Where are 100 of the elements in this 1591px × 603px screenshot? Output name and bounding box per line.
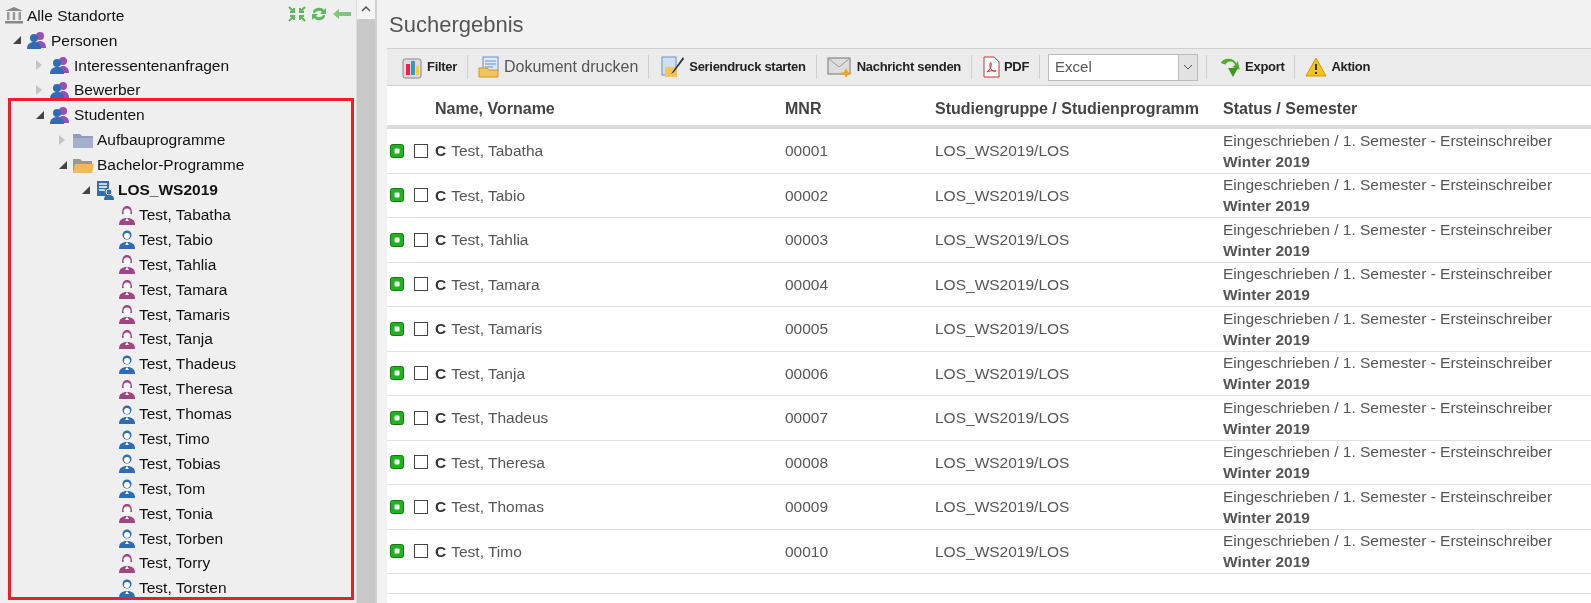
tree-item[interactable]: Test, Tobias [139,451,221,476]
tree-item[interactable]: Alle Standorte [27,3,125,28]
checkbox[interactable] [414,410,428,425]
column-header[interactable]: Name, Vorname [435,96,785,121]
expanded-triangle-icon[interactable] [81,184,91,195]
tree-item[interactable]: Test, Torry [139,551,211,575]
toolbar-button[interactable]: Filter [399,52,459,82]
table-cell-text: Test, Tabio [451,185,526,206]
toolbar-button[interactable]: Dokument drucken [476,52,641,82]
checkbox[interactable] [414,544,428,559]
table-cell-text: Eingeschrieben / 1. Semester - Ersteinschreiber [1223,175,1554,196]
checkbox[interactable] [414,366,428,381]
table-cell-text: Test, Tamaris [451,319,543,340]
status-indicator-icon [390,544,404,559]
table-cell-text: Eingeschrieben / 1. Semester - Ersteinschreiber [1223,264,1554,285]
checkbox[interactable] [414,143,428,158]
people-icon [49,81,71,100]
page-title: Suchergebnis [388,10,525,39]
tree-item[interactable]: Test, Torben [139,526,224,550]
tree-item[interactable]: Bewerber [74,78,141,102]
male-person-icon [118,528,136,549]
checkbox[interactable] [414,277,428,292]
flag-label: C [435,319,447,340]
table-cell: LOS_WS2019/LOS [935,498,1070,516]
expanded-triangle-icon[interactable] [58,159,68,170]
checkbox[interactable] [414,499,428,514]
checkbox[interactable] [414,232,428,247]
toolbar-button[interactable]: Seriendruck starten [657,52,808,82]
status-indicator-icon [390,321,404,336]
tree-item[interactable]: Test, Tom [139,476,206,500]
table-cell-text: Test, Tahlia [451,230,529,251]
status-indicator-icon [390,143,404,158]
table-cell: 00008 [785,453,829,471]
column-header[interactable]: MNR [785,96,935,121]
people-icon [49,56,71,75]
table-cell-text: Eingeschrieben / 1. Semester - Ersteinschreiber [1223,219,1554,240]
male-person-icon [118,453,136,474]
checkbox[interactable] [414,188,428,203]
table-cell-text: Winter 2019 [1223,329,1311,350]
format-dropdown[interactable]: Excel [1048,53,1199,81]
table-cell-text: Test, Thomas [451,497,544,518]
column-header[interactable]: Status / Semester [1223,96,1591,121]
tree-item[interactable]: Test, Thomas [139,402,232,426]
tree-item[interactable]: Test, Tabio [139,227,213,252]
tree-item[interactable]: Test, Tanja [139,327,213,351]
filter-icon [401,55,423,79]
table-cell: 00010 [785,542,829,560]
tree-item[interactable]: LOS_WS2019 [118,178,218,202]
male-person-icon [118,353,136,374]
tree-item[interactable]: Test, Tabatha [139,202,231,227]
checkbox[interactable] [414,321,428,336]
tree-item[interactable]: Aufbauprogramme [97,128,226,152]
tree-item[interactable]: Personen [51,28,118,52]
tree-item[interactable]: Studenten [74,103,145,127]
table-cell: 00005 [785,320,829,338]
tree-item[interactable]: Test, Tamara [139,277,228,301]
male-person-icon [118,577,136,598]
table-cell-text: Winter 2019 [1223,552,1311,573]
table-cell: 00009 [785,498,829,516]
table-cell: LOS_WS2019/LOS [935,142,1070,160]
table-cell-text: Test, Theresa [451,452,545,473]
expanded-triangle-icon[interactable] [12,35,22,46]
column-header[interactable]: Studiengruppe / Studienprogramm [935,96,1223,121]
tree-item[interactable]: Test, Timo [139,426,210,451]
tree-item[interactable]: Bachelor-Programme [97,153,245,177]
female-person-icon [118,204,136,225]
tree-item[interactable]: Test, Theresa [139,377,233,401]
tree-item[interactable]: Test, Torsten [139,576,227,600]
table-cell: LOS_WS2019/LOS [935,542,1070,560]
toolbar-button[interactable]: Nachricht senden [824,52,963,82]
table-cell-text: Winter 2019 [1223,507,1311,528]
tree-item[interactable]: Test, Tamaris [139,302,231,326]
toolbar-button[interactable]: PDF [980,52,1032,82]
tree-item[interactable]: Test, Tonia [139,501,213,525]
table-cell: LOS_WS2019/LOS [935,453,1070,471]
tree-item[interactable]: Interessentenanfragen [74,53,230,77]
toolbar-button[interactable]: Aktion [1303,52,1373,82]
table-cell-text: Winter 2019 [1223,196,1311,217]
table-cell-text: Winter 2019 [1223,374,1311,395]
building-icon [4,6,24,25]
scroll-up-icon[interactable] [361,5,371,12]
flag-label: C [435,452,447,473]
expanded-triangle-icon[interactable] [35,110,45,120]
flag-label: C [435,141,447,162]
male-person-icon [118,403,136,424]
flag-label: C [435,363,447,384]
table-cell-text: Eingeschrieben / 1. Semester - Ersteinschreiber [1223,486,1554,507]
tree-item[interactable]: Test, Thadeus [139,352,237,376]
table-cell-text: Winter 2019 [1223,285,1311,306]
tree-item[interactable]: Test, Tahlia [139,252,217,276]
table-cell: 00003 [785,231,829,249]
toolbar-button[interactable]: Export [1215,52,1287,82]
table-cell-text: Test, Thadeus [451,408,549,429]
female-person-icon [118,254,136,275]
status-indicator-icon [390,499,404,514]
female-person-icon [118,329,136,349]
flag-label: C [435,274,447,295]
checkbox[interactable] [414,455,428,470]
table-cell-text: Test, Tabatha [451,141,544,162]
table-cell: LOS_WS2019/LOS [935,186,1070,204]
